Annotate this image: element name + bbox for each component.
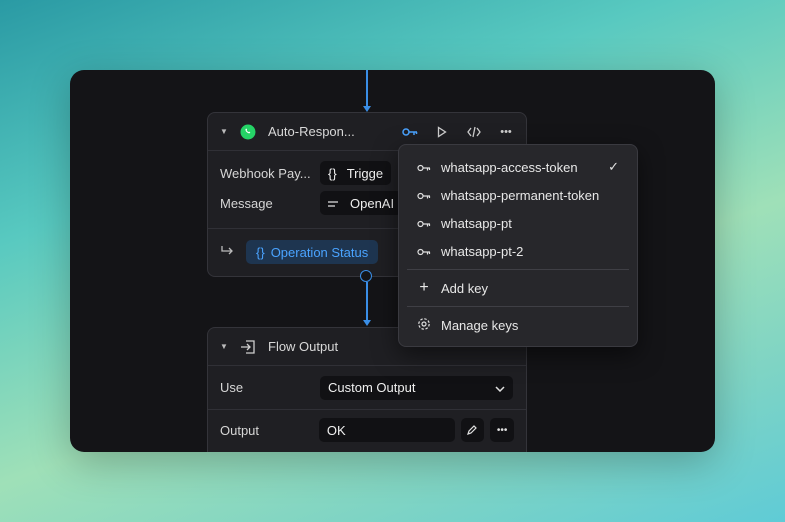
row-label: Webhook Pay... [220,165,311,181]
key-label: whatsapp-permanent-token [441,187,600,203]
use-row: Use Custom Output [208,366,526,410]
whatsapp-icon [240,124,256,140]
edit-button[interactable] [460,418,485,442]
manage-keys-label: Manage keys [441,317,519,333]
key-option[interactable]: whatsapp-access-token ✓ [407,153,629,181]
return-arrow-icon [220,245,246,260]
key-label: whatsapp-pt [441,215,512,231]
output-handle[interactable] [360,270,372,282]
key-option[interactable]: whatsapp-pt [407,209,629,237]
connector-top [366,70,368,106]
key-icon[interactable] [402,124,418,140]
more-icon[interactable]: ••• [498,124,514,140]
chevron-down-icon [495,380,505,395]
divider [407,269,629,270]
key-option[interactable]: whatsapp-pt-2 [407,237,629,265]
braces-icon: {} [256,244,265,260]
key-icon [417,244,431,259]
add-key-item[interactable]: + Add key [407,274,629,302]
row-label: Message [220,195,273,211]
node-title: Flow Output [268,339,339,354]
manage-keys-item[interactable]: Manage keys [407,311,629,339]
more-button[interactable]: ••• [490,418,515,442]
key-icon [417,188,431,203]
flow-output-icon [240,339,256,355]
divider [407,306,629,307]
chip-value: OpenAI [350,195,395,211]
plus-icon: + [419,279,429,296]
select-value: Custom Output [328,380,416,395]
collapse-caret-icon[interactable]: ▼ [220,127,236,136]
trigger-chip[interactable]: {} Trigge [320,161,392,185]
row-label: Use [220,380,244,395]
gear-icon [417,317,431,334]
play-icon[interactable] [434,124,450,140]
output-input[interactable]: OK [318,418,455,442]
status-row: {} Operation Status [208,238,390,266]
status-label: Operation Status [270,244,369,260]
collapse-caret-icon[interactable]: ▼ [220,342,236,351]
check-icon: ✓ [608,159,619,174]
code-icon[interactable] [466,124,482,140]
row-label: Output [220,422,260,438]
keys-dropdown: whatsapp-access-token ✓ whatsapp-permane… [398,144,638,347]
openai-chip[interactable]: OpenAI [320,191,403,215]
braces-icon: {} [328,165,337,181]
output-value: OK [326,422,346,438]
connector-middle [366,282,368,320]
key-label: whatsapp-access-token [441,159,578,175]
pencil-icon [467,425,478,435]
key-label: whatsapp-pt-2 [441,243,524,259]
use-select[interactable]: Custom Output [320,375,513,400]
operation-status-chip[interactable]: {} Operation Status [246,240,379,264]
node-title: Auto-Respon... [268,124,355,139]
connector-middle-arrow [363,320,371,326]
chip-value: Trigge [346,165,384,181]
key-option[interactable]: whatsapp-permanent-token [407,181,629,209]
text-lines-icon [328,196,340,211]
key-icon [417,216,431,231]
output-row: Output OK ••• [208,410,526,450]
key-icon [417,160,431,175]
add-key-label: Add key [441,280,488,296]
